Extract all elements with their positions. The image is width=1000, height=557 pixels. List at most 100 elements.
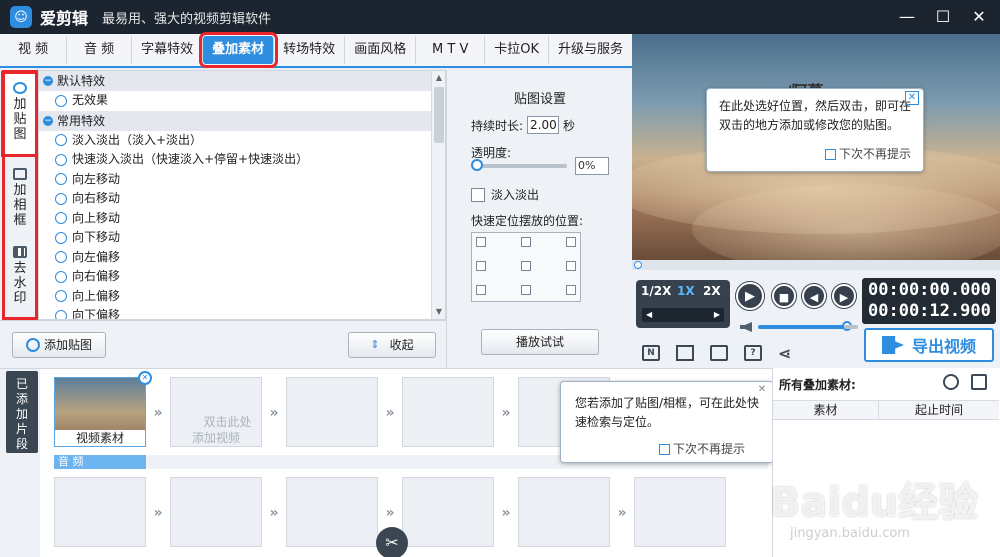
position-center[interactable] bbox=[521, 261, 531, 271]
volume-control[interactable] bbox=[740, 321, 858, 332]
empty-clip-slot[interactable] bbox=[286, 377, 378, 447]
opacity-slider-handle[interactable] bbox=[471, 159, 483, 171]
collapse-button[interactable]: ⇕ 收起 bbox=[348, 332, 436, 358]
effect-item[interactable]: 快速淡入淡出（快速淡入+停留+快速淡出） bbox=[39, 150, 445, 170]
sidetab-remove-watermark[interactable]: 去 水 印 bbox=[4, 246, 36, 306]
radio-icon[interactable] bbox=[55, 231, 67, 244]
effect-item[interactable]: 淡入淡出（淡入+淡出） bbox=[39, 131, 445, 151]
stop-button[interactable]: ■ bbox=[772, 284, 796, 308]
preview-try-button[interactable]: 播放试试 bbox=[481, 329, 599, 355]
effect-item[interactable]: 无效果 bbox=[39, 91, 445, 111]
effect-item[interactable]: 向右移动 bbox=[39, 189, 445, 209]
effect-item[interactable]: 向左移动 bbox=[39, 170, 445, 190]
speed-double[interactable]: 2X bbox=[703, 284, 721, 298]
effect-item[interactable]: 向右偏移 bbox=[39, 267, 445, 287]
locate-icon[interactable] bbox=[943, 374, 959, 390]
group-default[interactable]: − 默认特效 bbox=[39, 71, 445, 91]
fade-row[interactable]: 淡入淡出 bbox=[471, 186, 539, 203]
sidetab-add-frame[interactable]: 加 相 框 bbox=[4, 168, 36, 228]
effect-item[interactable]: 向下移动 bbox=[39, 228, 445, 248]
opacity-slider[interactable] bbox=[473, 164, 567, 168]
audio-slot[interactable] bbox=[286, 477, 378, 547]
position-bottom-left[interactable] bbox=[476, 285, 486, 295]
remove-clip-icon[interactable]: ✕ bbox=[138, 371, 152, 385]
position-top-right[interactable] bbox=[566, 237, 576, 247]
position-top-left[interactable] bbox=[476, 237, 486, 247]
position-bottom-center[interactable] bbox=[521, 285, 531, 295]
tab-upgrade[interactable]: 升级与服务 bbox=[549, 36, 632, 64]
radio-icon[interactable] bbox=[55, 94, 67, 107]
speed-normal[interactable]: 1X bbox=[677, 284, 695, 298]
play-button[interactable]: ▶ bbox=[736, 282, 764, 310]
help-icon[interactable]: ? bbox=[744, 345, 762, 361]
timeline-no-show[interactable]: 下次不再提示 bbox=[659, 440, 745, 459]
position-top-center[interactable] bbox=[521, 237, 531, 247]
scroll-down-icon[interactable]: ▼ bbox=[432, 305, 445, 319]
speed-half[interactable]: 1/2X bbox=[641, 284, 671, 298]
scroll-thumb[interactable] bbox=[434, 87, 444, 143]
duration-input[interactable]: 2.00 bbox=[527, 116, 560, 134]
radio-icon[interactable] bbox=[55, 309, 67, 319]
empty-clip-slot[interactable] bbox=[402, 377, 494, 447]
sidetab-add-sticker[interactable]: 加 贴 图 bbox=[1, 71, 39, 157]
audio-slot[interactable] bbox=[402, 477, 494, 547]
no-show-checkbox[interactable] bbox=[659, 444, 670, 455]
audio-slot[interactable] bbox=[518, 477, 610, 547]
volume-slider[interactable] bbox=[758, 321, 858, 331]
radio-icon[interactable] bbox=[55, 212, 67, 225]
group-common[interactable]: − 常用特效 bbox=[39, 110, 445, 131]
delete-icon[interactable] bbox=[971, 374, 987, 390]
prev-frame-button[interactable]: ◀ bbox=[802, 284, 826, 308]
new-project-icon[interactable]: N bbox=[642, 345, 660, 361]
tab-audio[interactable]: 音 频 bbox=[67, 36, 133, 64]
tab-video[interactable]: 视 频 bbox=[0, 36, 68, 64]
radio-icon[interactable] bbox=[55, 134, 67, 147]
position-bottom-right[interactable] bbox=[566, 285, 576, 295]
volume-handle[interactable] bbox=[842, 321, 852, 331]
tab-subtitle[interactable]: 字幕特效 bbox=[132, 36, 204, 64]
clip-item[interactable]: ✕ 视频素材 bbox=[54, 371, 152, 447]
export-video-button[interactable]: 导出视频 bbox=[864, 328, 994, 362]
close-icon[interactable]: ✕ bbox=[968, 6, 990, 28]
maximize-icon[interactable]: ☐ bbox=[932, 6, 954, 28]
effect-item[interactable]: 向上移动 bbox=[39, 209, 445, 229]
progress-handle[interactable] bbox=[634, 261, 642, 269]
close-icon[interactable]: ✕ bbox=[905, 91, 919, 105]
radio-icon[interactable] bbox=[55, 251, 67, 264]
next-frame-button[interactable]: ▶ bbox=[832, 284, 856, 308]
position-middle-left[interactable] bbox=[476, 261, 486, 271]
save-icon[interactable] bbox=[710, 345, 728, 361]
tab-mtv[interactable]: M T V bbox=[416, 36, 486, 64]
tab-karaoke[interactable]: 卡拉OK bbox=[485, 36, 549, 64]
effect-item[interactable]: 向上偏移 bbox=[39, 287, 445, 307]
effect-item[interactable]: 向下偏移 bbox=[39, 306, 445, 319]
share-icon[interactable]: ⋖ bbox=[778, 344, 791, 363]
effects-scrollbar[interactable]: ▲ ▼ bbox=[431, 71, 445, 319]
position-middle-right[interactable] bbox=[566, 261, 576, 271]
scroll-up-icon[interactable]: ▲ bbox=[432, 71, 445, 85]
opacity-input[interactable]: 0% bbox=[575, 157, 609, 175]
no-show-checkbox[interactable] bbox=[825, 149, 836, 160]
open-folder-icon[interactable] bbox=[676, 345, 694, 361]
radio-icon[interactable] bbox=[55, 192, 67, 205]
tab-style[interactable]: 画面风格 bbox=[345, 36, 417, 64]
speed-slider[interactable]: ◀ ▶ bbox=[642, 308, 724, 322]
add-sticker-button[interactable]: 添加贴图 bbox=[12, 332, 106, 358]
radio-icon[interactable] bbox=[55, 270, 67, 283]
radio-icon[interactable] bbox=[55, 290, 67, 303]
close-icon[interactable]: ✕ bbox=[755, 384, 769, 398]
scissors-icon[interactable]: ✂ bbox=[376, 527, 408, 557]
tab-transition[interactable]: 转场特效 bbox=[274, 36, 346, 64]
tab-overlay[interactable]: 叠加素材 bbox=[199, 32, 279, 68]
radio-icon[interactable] bbox=[55, 173, 67, 186]
empty-clip-slot[interactable]: 双击此处 添加视频 bbox=[170, 377, 262, 447]
audio-slot[interactable] bbox=[634, 477, 726, 547]
audio-slot[interactable] bbox=[170, 477, 262, 547]
clip-track[interactable]: ✕ 视频素材 » 双击此处 添加视频 » » » 音 频 » » » » » ✕… bbox=[40, 369, 774, 557]
video-preview[interactable]: pansy/阿慕 ✕ 在此处选好位置，然后双击，即可在双击的地方添加或修改您的贴… bbox=[632, 34, 1000, 260]
audio-slot[interactable] bbox=[54, 477, 146, 547]
effect-item[interactable]: 向左偏移 bbox=[39, 248, 445, 268]
fade-checkbox[interactable] bbox=[471, 187, 485, 202]
minimize-icon[interactable]: — bbox=[896, 6, 918, 28]
radio-icon[interactable] bbox=[55, 153, 67, 166]
